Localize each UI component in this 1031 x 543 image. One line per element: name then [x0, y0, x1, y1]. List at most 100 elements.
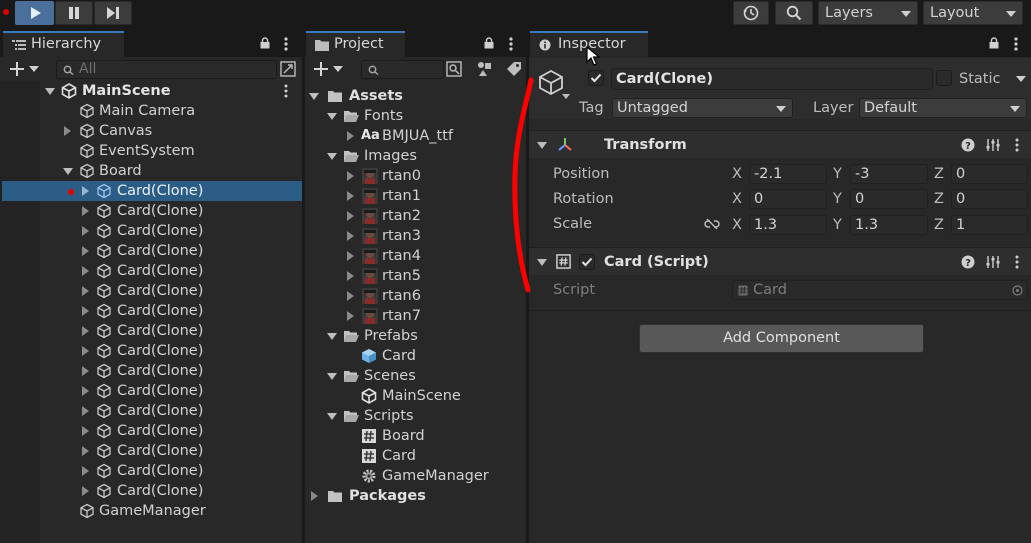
fold-down-icon[interactable] [327, 413, 337, 420]
link-broken-icon[interactable] [704, 218, 720, 230]
fold-down-icon[interactable] [63, 168, 73, 175]
fold-right-icon[interactable] [64, 126, 71, 136]
project-folder-assets[interactable]: Assets [305, 86, 526, 106]
project-asset-scene[interactable]: MainScene [305, 386, 526, 406]
fold-right-icon[interactable] [311, 491, 318, 501]
rotation-y-input[interactable]: 0 [850, 189, 928, 209]
fold-down-icon[interactable] [327, 113, 337, 120]
hierarchy-item-eventsystem[interactable]: EventSystem [0, 141, 302, 161]
rotation-z-input[interactable]: 0 [951, 189, 1028, 209]
hierarchy-item-canvas[interactable]: Canvas [0, 121, 302, 141]
preset-sliders-icon[interactable] [986, 138, 1000, 152]
fold-down-icon[interactable] [309, 93, 319, 100]
fold-right-icon[interactable] [82, 266, 89, 276]
fold-down-icon[interactable] [327, 333, 337, 340]
scene-visibility-icon[interactable] [280, 61, 296, 77]
fold-right-icon[interactable] [82, 286, 89, 296]
fold-right-icon[interactable] [82, 426, 89, 436]
pause-button[interactable] [55, 1, 93, 25]
tab-hierarchy[interactable]: Hierarchy [3, 31, 124, 58]
layer-dropdown[interactable]: Default [859, 98, 1027, 118]
help-icon[interactable]: ? [961, 255, 975, 269]
fold-right-icon[interactable] [82, 206, 89, 216]
project-asset-sprite[interactable]: rtan1 [305, 186, 526, 206]
hierarchy-item-card-clone[interactable]: Card(Clone) [0, 481, 302, 501]
project-folder-fonts[interactable]: Fonts [305, 106, 526, 126]
hierarchy-item-card-clone[interactable]: Card(Clone) [0, 201, 302, 221]
hierarchy-item-card-clone[interactable]: Card(Clone) [0, 261, 302, 281]
axis-y-label[interactable]: Y [833, 164, 842, 184]
project-folder-images[interactable]: Images [305, 146, 526, 166]
project-asset-sprite[interactable]: rtan7 [305, 306, 526, 326]
lock-icon[interactable] [259, 37, 271, 49]
add-component-button[interactable]: Add Component [639, 324, 924, 353]
script-component-header[interactable]: Card (Script) ? [529, 247, 1031, 275]
script-enabled-checkbox[interactable] [579, 254, 595, 270]
hierarchy-item-board[interactable]: Board [0, 161, 302, 181]
project-asset-prefab[interactable]: Card [305, 346, 526, 366]
project-asset-script[interactable]: GameManager [305, 466, 526, 486]
scale-x-input[interactable]: 1.3 [749, 215, 827, 235]
hierarchy-item-card-clone[interactable]: Card(Clone) [0, 341, 302, 361]
chevron-down-icon[interactable] [1016, 76, 1026, 82]
hierarchy-item-card-clone[interactable]: Card(Clone) [0, 441, 302, 461]
fold-right-icon[interactable] [82, 186, 89, 196]
history-button[interactable] [733, 1, 769, 25]
filter-by-type-icon[interactable] [476, 61, 492, 77]
hierarchy-item-card-clone[interactable]: Card(Clone) [0, 281, 302, 301]
hierarchy-item-card-clone[interactable]: Card(Clone) [0, 301, 302, 321]
hierarchy-item-card-clone[interactable]: Card(Clone) [0, 241, 302, 261]
play-button[interactable] [15, 1, 54, 25]
kebab-menu-icon[interactable] [1014, 36, 1018, 52]
project-asset-font[interactable]: Aa BMJUA_ttf [305, 126, 526, 146]
tab-project[interactable]: Project [306, 31, 405, 58]
axis-x-label[interactable]: X [732, 215, 742, 235]
project-asset-sprite[interactable]: rtan3 [305, 226, 526, 246]
kebab-menu-icon[interactable] [509, 36, 513, 52]
chevron-down-icon[interactable] [562, 94, 570, 99]
step-button[interactable] [94, 1, 132, 25]
fold-right-icon[interactable] [347, 311, 354, 321]
tag-dropdown[interactable]: Untagged [612, 98, 793, 118]
axis-z-label[interactable]: Z [934, 164, 944, 184]
axis-x-label[interactable]: X [732, 189, 742, 209]
hierarchy-item-card-clone[interactable]: Card(Clone) [0, 321, 302, 341]
fold-right-icon[interactable] [82, 306, 89, 316]
project-folder-packages[interactable]: Packages [305, 486, 526, 506]
active-checkbox[interactable] [588, 70, 604, 86]
axis-y-label[interactable]: Y [833, 189, 842, 209]
kebab-menu-icon[interactable] [284, 84, 288, 98]
preset-sliders-icon[interactable] [986, 255, 1000, 269]
axis-y-label[interactable]: Y [833, 215, 842, 235]
scene-row[interactable]: MainScene [0, 81, 302, 101]
project-asset-sprite[interactable]: rtan5 [305, 266, 526, 286]
project-folder-scripts[interactable]: Scripts [305, 406, 526, 426]
fold-right-icon[interactable] [347, 191, 354, 201]
fold-right-icon[interactable] [82, 326, 89, 336]
hierarchy-item-main-camera[interactable]: Main Camera [0, 101, 302, 121]
project-asset-sprite[interactable]: rtan6 [305, 286, 526, 306]
fold-right-icon[interactable] [82, 446, 89, 456]
transform-header[interactable]: Transform ? [529, 130, 1031, 158]
fold-right-icon[interactable] [82, 466, 89, 476]
fold-right-icon[interactable] [82, 386, 89, 396]
project-folder-scenes[interactable]: Scenes [305, 366, 526, 386]
hierarchy-item-card-clone-selected[interactable]: Card(Clone) [2, 181, 302, 201]
fold-right-icon[interactable] [347, 171, 354, 181]
position-x-input[interactable]: -2.1 [749, 164, 827, 184]
position-z-input[interactable]: 0 [951, 164, 1028, 184]
fold-right-icon[interactable] [82, 246, 89, 256]
object-name-input[interactable]: Card(Clone) [611, 68, 933, 90]
layout-dropdown[interactable]: Layout [923, 1, 1023, 25]
axis-z-label[interactable]: Z [934, 189, 944, 209]
kebab-menu-icon[interactable] [284, 36, 288, 52]
project-asset-script[interactable]: Card [305, 446, 526, 466]
add-icon[interactable] [9, 61, 25, 77]
fold-right-icon[interactable] [347, 131, 354, 141]
kebab-menu-icon[interactable] [1015, 138, 1019, 152]
fold-right-icon[interactable] [347, 251, 354, 261]
project-asset-sprite[interactable]: rtan4 [305, 246, 526, 266]
fold-right-icon[interactable] [82, 346, 89, 356]
hierarchy-item-card-clone[interactable]: Card(Clone) [0, 401, 302, 421]
scale-z-input[interactable]: 1 [951, 215, 1028, 235]
